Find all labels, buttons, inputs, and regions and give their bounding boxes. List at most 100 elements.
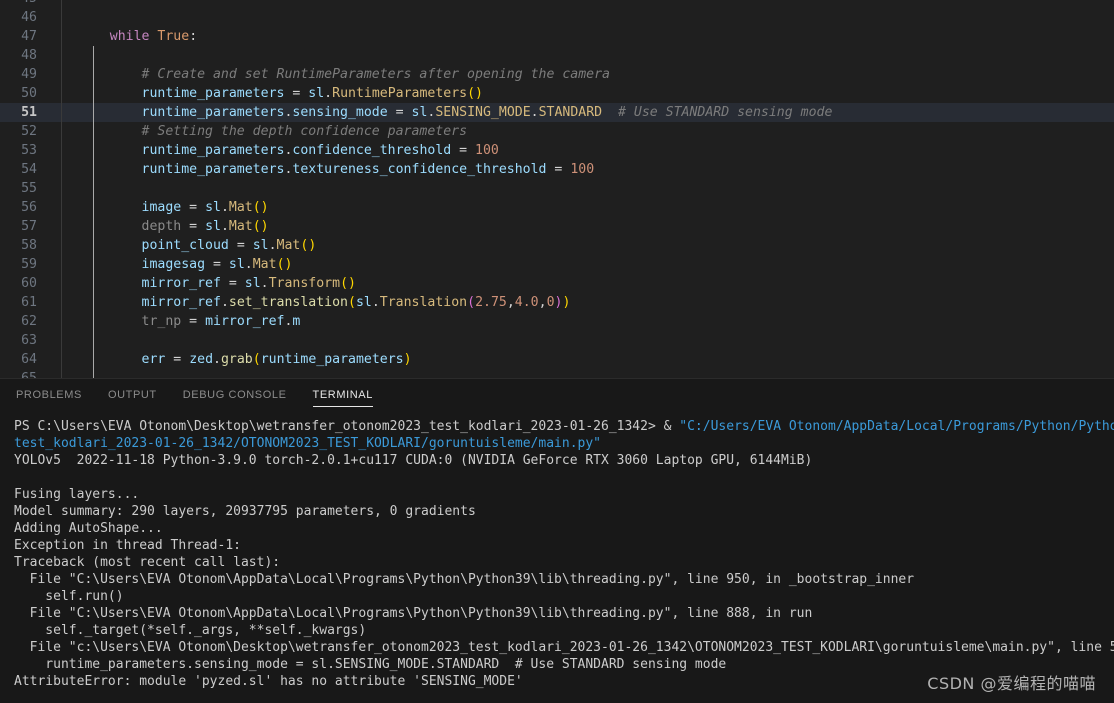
code-token: sl	[245, 276, 261, 291]
terminal-line: File "C:\Users\EVA Otonom\AppData\Local\…	[14, 571, 1114, 588]
code-line[interactable]: 49 # Create and set RuntimeParameters af…	[0, 65, 1114, 84]
code-token: =	[229, 238, 253, 253]
gutter-divider	[61, 122, 62, 141]
gutter-divider	[61, 160, 62, 179]
code-line[interactable]: 54 runtime_parameters.textureness_confid…	[0, 160, 1114, 179]
code-token: =	[221, 276, 245, 291]
code-line[interactable]: 53 runtime_parameters.confidence_thresho…	[0, 141, 1114, 160]
terminal-text: self.run()	[14, 589, 124, 604]
gutter-divider	[61, 46, 62, 65]
code-line[interactable]: 61 mirror_ref.set_translation(sl.Transla…	[0, 293, 1114, 312]
code-token: tr_np	[142, 314, 182, 329]
code-line[interactable]: 58 point_cloud = sl.Mat()	[0, 236, 1114, 255]
terminal-line: Traceback (most recent call last):	[14, 554, 1114, 571]
code-token: .	[531, 105, 539, 120]
code-token: ()	[253, 219, 269, 234]
code-token: runtime_parameters	[261, 352, 404, 367]
terminal-text: YOLOv5 2022-11-18 Python-3.9.0 torch-2.0…	[14, 453, 812, 468]
code-token: .	[245, 257, 253, 272]
code-line[interactable]: 47 while True:	[0, 27, 1114, 46]
code-token: =	[205, 257, 229, 272]
code-line[interactable]: 48	[0, 46, 1114, 65]
code-token	[78, 67, 142, 82]
code-token: ()	[340, 276, 356, 291]
gutter-divider	[61, 65, 62, 84]
code-token	[78, 162, 142, 177]
panel-tab-bar[interactable]: PROBLEMS OUTPUT DEBUG CONSOLE TERMINAL	[0, 379, 1114, 410]
line-number: 47	[0, 27, 37, 46]
code-token: Translation	[380, 295, 467, 310]
panel-tab-terminal[interactable]: TERMINAL	[313, 379, 373, 410]
code-line[interactable]: 63	[0, 331, 1114, 350]
terminal-line: File "c:\Users\EVA Otonom\Desktop\wetran…	[14, 639, 1114, 656]
gutter-divider	[61, 84, 62, 103]
code-token	[78, 29, 110, 44]
terminal-text: Adding AutoShape...	[14, 521, 163, 536]
indent-guide	[93, 331, 94, 350]
code-line[interactable]: 50 runtime_parameters = sl.RuntimeParame…	[0, 84, 1114, 103]
code-token: 100	[570, 162, 594, 177]
code-token: # Use STANDARD sensing mode	[618, 105, 832, 120]
code-token: Mat	[277, 238, 301, 253]
code-editor[interactable]: 454647 while True:4849 # Create and set …	[0, 0, 1114, 378]
code-token: runtime_parameters	[142, 143, 285, 158]
bottom-panel: PROBLEMS OUTPUT DEBUG CONSOLE TERMINAL PS C…	[0, 378, 1114, 703]
code-token: 4.0	[515, 295, 539, 310]
terminal-line: PS C:\Users\EVA Otonom\Desktop\wetransfe…	[14, 418, 1114, 435]
gutter-divider	[61, 141, 62, 160]
csdn-watermark: CSDN @爱编程的喵喵	[927, 670, 1096, 694]
code-token	[78, 143, 142, 158]
code-line[interactable]: 57 depth = sl.Mat()	[0, 217, 1114, 236]
code-token: Mat	[253, 257, 277, 272]
code-lines-container[interactable]: 454647 while True:4849 # Create and set …	[0, 0, 1114, 378]
terminal-output[interactable]: PS C:\Users\EVA Otonom\Desktop\wetransfe…	[0, 410, 1114, 703]
code-token: ()	[300, 238, 316, 253]
line-number: 65	[0, 369, 37, 378]
code-line[interactable]: 52 # Setting the depth confidence parame…	[0, 122, 1114, 141]
code-token: 100	[475, 143, 499, 158]
panel-tab-problems[interactable]: PROBLEMS	[16, 379, 82, 410]
code-line[interactable]: 65	[0, 369, 1114, 378]
terminal-line: File "C:\Users\EVA Otonom\AppData\Local\…	[14, 605, 1114, 622]
panel-tab-output[interactable]: OUTPUT	[108, 379, 157, 410]
code-token: .	[221, 200, 229, 215]
code-line[interactable]: 56 image = sl.Mat()	[0, 198, 1114, 217]
code-token: ()	[253, 200, 269, 215]
code-token: .	[221, 295, 229, 310]
gutter-divider	[61, 274, 62, 293]
code-token: (	[253, 352, 261, 367]
code-line[interactable]: 59 imagesag = sl.Mat()	[0, 255, 1114, 274]
code-line[interactable]: 62 tr_np = mirror_ref.m	[0, 312, 1114, 331]
code-token: sl	[308, 86, 324, 101]
line-number: 52	[0, 122, 37, 141]
gutter-divider	[61, 255, 62, 274]
code-line[interactable]: 51 runtime_parameters.sensing_mode = sl.…	[0, 103, 1114, 122]
code-text: runtime_parameters.confidence_threshold …	[78, 141, 499, 160]
terminal-line: Adding AutoShape...	[14, 520, 1114, 537]
code-line[interactable]: 60 mirror_ref = sl.Transform()	[0, 274, 1114, 293]
code-line[interactable]: 55	[0, 179, 1114, 198]
terminal-text: PS C:\Users\EVA Otonom\Desktop\wetransfe…	[14, 419, 679, 434]
code-token: .	[213, 352, 221, 367]
code-token: depth	[142, 219, 182, 234]
code-token: )	[404, 352, 412, 367]
code-token: Mat	[229, 219, 253, 234]
gutter-divider	[61, 8, 62, 27]
code-token: =	[546, 162, 570, 177]
panel-tab-debug-console[interactable]: DEBUG CONSOLE	[183, 379, 287, 410]
terminal-text: "C:/Users/EVA Otonom/AppData/Local/Progr…	[679, 419, 1114, 434]
indent-guide	[93, 369, 94, 378]
line-number: 45	[0, 0, 37, 8]
code-token: =	[388, 105, 412, 120]
terminal-text: Fusing layers...	[14, 487, 139, 502]
code-text: image = sl.Mat()	[78, 198, 269, 217]
terminal-text: AttributeError: module 'pyzed.sl' has no…	[14, 674, 523, 689]
code-line[interactable]: 46	[0, 8, 1114, 27]
code-token: ,	[539, 295, 547, 310]
code-text: tr_np = mirror_ref.m	[78, 312, 300, 331]
code-line[interactable]: 64 err = zed.grab(runtime_parameters)	[0, 350, 1114, 369]
terminal-line: Model summary: 290 layers, 20937795 para…	[14, 503, 1114, 520]
terminal-line: Fusing layers...	[14, 486, 1114, 503]
terminal-text: Model summary: 290 layers, 20937795 para…	[14, 504, 476, 519]
code-token: SENSING_MODE	[435, 105, 530, 120]
